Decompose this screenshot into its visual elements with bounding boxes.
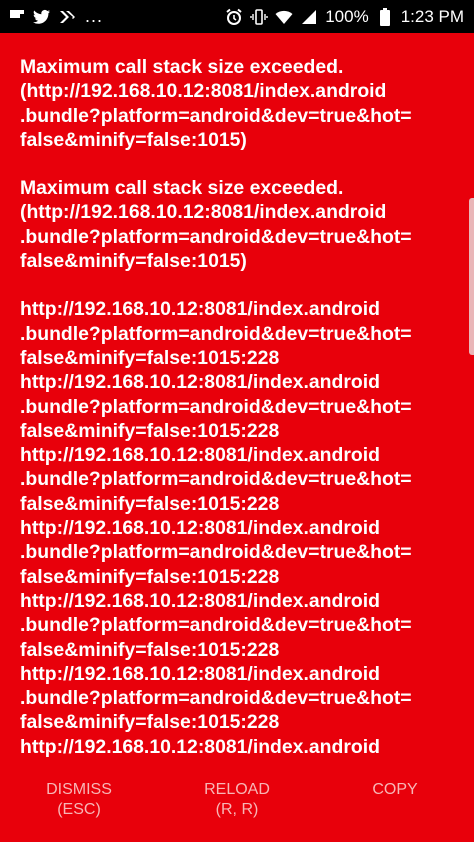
twitter-icon: [33, 8, 51, 26]
dismiss-shortcut: (ESC): [57, 801, 101, 818]
copy-button[interactable]: COPY: [316, 760, 474, 842]
reload-label: RELOAD: [204, 781, 270, 798]
status-bar: ... 100% 1:23 PM: [0, 0, 474, 33]
stack-frame[interactable]: http://192.168.10.12:8081/index.android …: [20, 297, 440, 370]
stack-frame[interactable]: http://192.168.10.12:8081/index.android …: [20, 662, 440, 735]
redbox-button-bar: DISMISS (ESC) RELOAD (R, R) COPY: [0, 760, 474, 842]
reload-shortcut: (R, R): [215, 801, 259, 818]
error-message: Maximum call stack size exceeded. (http:…: [20, 56, 412, 151]
flipboard-icon: [8, 8, 26, 26]
error-content: Maximum call stack size exceeded. (http:…: [20, 55, 440, 759]
clock: 1:23 PM: [400, 6, 464, 26]
reload-button[interactable]: RELOAD (R, R): [158, 760, 316, 842]
error-redbox[interactable]: Maximum call stack size exceeded. (http:…: [0, 33, 474, 760]
feedly-icon: [58, 8, 76, 26]
stack-frame[interactable]: http://192.168.10.12:8081/index.android …: [20, 516, 440, 589]
vibrate-icon: [250, 8, 268, 26]
stack-trace: http://192.168.10.12:8081/index.android …: [20, 297, 440, 759]
alarm-icon: [225, 8, 243, 26]
more-notifications-dots: ...: [85, 6, 104, 26]
status-bar-left: ...: [8, 6, 103, 27]
stack-frame[interactable]: http://192.168.10.12:8081/index.android: [20, 735, 440, 759]
status-bar-right: 100% 1:23 PM: [225, 7, 464, 27]
error-message: Maximum call stack size exceeded. (http:…: [20, 177, 412, 273]
battery-percent: 100%: [325, 6, 369, 26]
wifi-icon: [275, 8, 293, 26]
dismiss-button[interactable]: DISMISS (ESC): [0, 760, 158, 842]
battery-icon: [376, 7, 394, 26]
signal-icon: [300, 8, 318, 26]
stack-frame[interactable]: http://192.168.10.12:8081/index.android …: [20, 370, 440, 443]
scrollbar-thumb[interactable]: [469, 198, 474, 355]
stack-frame[interactable]: http://192.168.10.12:8081/index.android …: [20, 443, 440, 516]
copy-label: COPY: [372, 781, 418, 798]
stack-frame[interactable]: http://192.168.10.12:8081/index.android …: [20, 589, 440, 662]
dismiss-label: DISMISS: [46, 781, 112, 798]
